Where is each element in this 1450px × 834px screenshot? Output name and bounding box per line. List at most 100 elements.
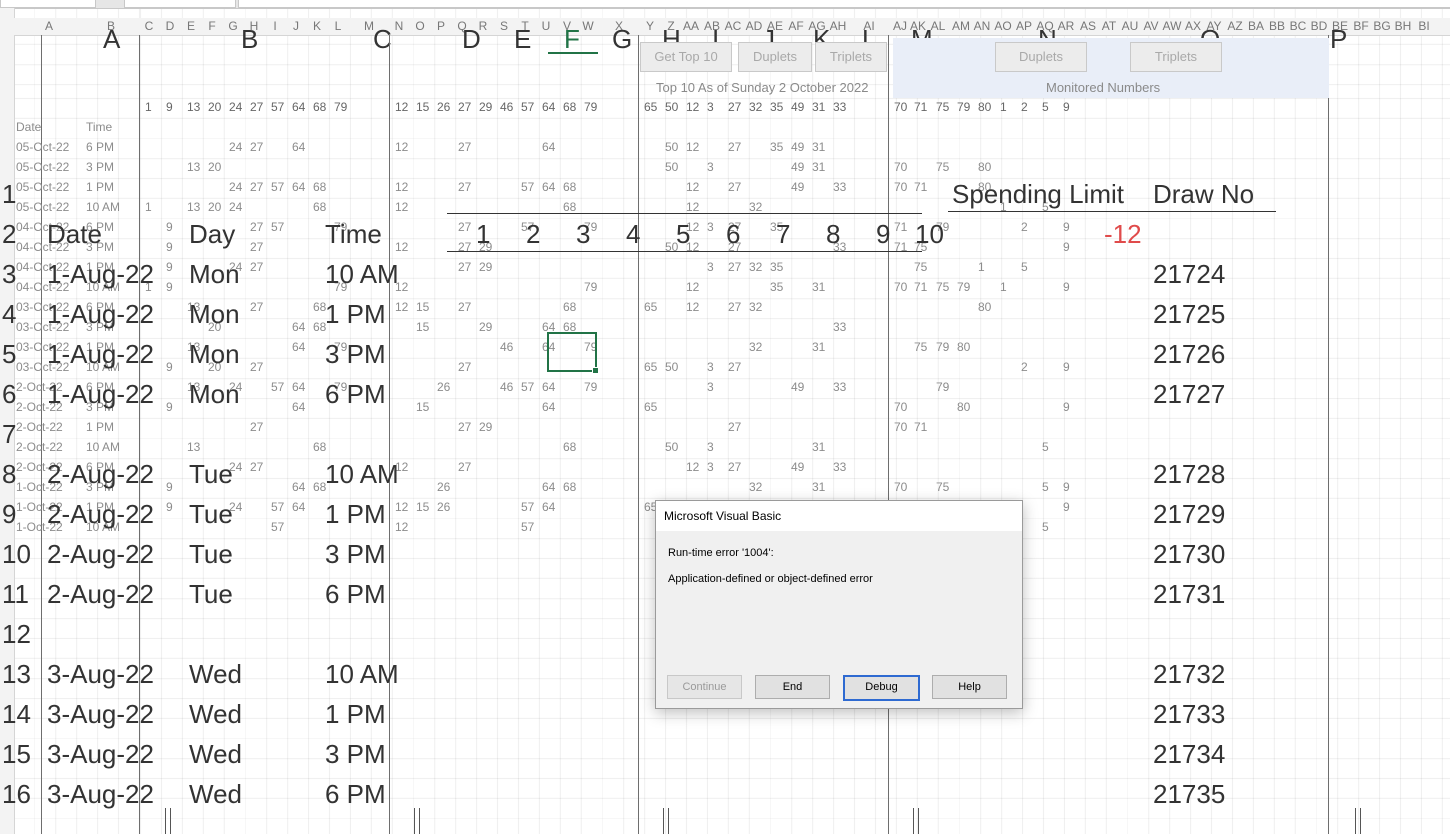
top10-cell[interactable]: 57 [521,520,534,534]
top10-cell[interactable]: 64 [292,500,305,514]
top10-cell[interactable]: 57 [521,500,534,514]
monitored-duplets-button[interactable]: Duplets [995,42,1087,72]
top10-cell[interactable]: 2 [1021,360,1028,374]
sheet-tab[interactable] [124,0,236,8]
top10-cell[interactable]: 32 [749,340,762,354]
row-number[interactable]: 6 [2,379,16,409]
top10-cell[interactable]: 9 [1063,280,1070,294]
top10-cell[interactable]: 12 [395,300,408,314]
top10-cell[interactable]: 64 [542,180,555,194]
top10-cell[interactable]: 27 [728,260,741,274]
top10-cell[interactable]: 35 [770,280,783,294]
top10-cell[interactable]: 80 [978,160,991,174]
top10-cell[interactable]: 3 [707,380,714,394]
row-time[interactable]: 1 PM [325,499,386,529]
top10-cell[interactable]: 71 [914,420,927,434]
top10-cell[interactable]: 71 [914,180,927,194]
top10-cell[interactable]: 27 [250,300,263,314]
top10-cell[interactable]: 31 [812,160,825,174]
top10-cell[interactable]: 24 [229,200,242,214]
top10-cell[interactable]: 3 [707,460,714,474]
row-day[interactable]: Mon [189,379,240,409]
top10-cell[interactable]: 64 [292,180,305,194]
top10-cell[interactable]: 27 [728,360,741,374]
top10-cell[interactable]: 57 [271,500,284,514]
top10-cell[interactable]: 79 [936,380,949,394]
row-draw-no[interactable]: 21725 [1153,299,1225,329]
row-date[interactable]: 1-Aug-22 [47,259,154,289]
fill-handle[interactable] [592,367,599,374]
row-number[interactable]: 12 [2,619,31,649]
top10-cell[interactable]: 5 [1042,520,1049,534]
top10-cell[interactable]: 46 [500,340,513,354]
top10-cell[interactable]: 12 [686,460,699,474]
top10-cell[interactable]: 3 [707,160,714,174]
top10-cell[interactable]: 79 [936,340,949,354]
top10-cell[interactable]: 9 [166,480,173,494]
top10-cell[interactable]: 75 [914,260,927,274]
top10-cell[interactable]: 9 [1063,220,1070,234]
row-day[interactable]: Wed [189,659,242,689]
top10-cell[interactable]: 26 [437,500,450,514]
top10-cell[interactable]: 13 [187,440,200,454]
row-date[interactable]: 3-Aug-22 [47,739,154,769]
top10-cell[interactable]: 31 [812,280,825,294]
row-date[interactable]: 2-Aug-22 [47,579,154,609]
top10-cell[interactable]: 27 [458,140,471,154]
top10-cell[interactable]: 71 [914,280,927,294]
top10-cell[interactable]: 64 [542,140,555,154]
top10-cell[interactable]: 12 [395,240,408,254]
row-draw-no[interactable]: 21730 [1153,539,1225,569]
top10-cell[interactable]: 70 [894,160,907,174]
top10-cell[interactable]: 9 [1063,240,1070,254]
row-time[interactable]: 1 PM [325,299,386,329]
top10-cell[interactable]: 27 [728,140,741,154]
row-time[interactable]: 3 PM [325,739,386,769]
top10-cell[interactable]: 57 [271,520,284,534]
top10-cell[interactable]: 12 [686,300,699,314]
row-draw-no[interactable]: 21733 [1153,699,1225,729]
top10-cell[interactable]: 65 [644,400,657,414]
top10-cell[interactable]: 68 [313,440,326,454]
top10-cell[interactable]: 12 [686,200,699,214]
top10-cell[interactable]: 68 [313,180,326,194]
top10-cell[interactable]: 27 [458,300,471,314]
row-date[interactable]: 3-Aug-22 [47,699,154,729]
top10-cell[interactable]: 9 [166,500,173,514]
top10-cell[interactable]: 12 [395,520,408,534]
top10-cell[interactable]: 32 [749,260,762,274]
top10-cell[interactable]: 64 [292,400,305,414]
top10-cell[interactable]: 13 [187,200,200,214]
top10-cell[interactable]: 57 [271,220,284,234]
top10-cell[interactable]: 57 [271,380,284,394]
row-day[interactable]: Wed [189,739,242,769]
top10-cell[interactable]: 57 [271,180,284,194]
top10-cell[interactable]: 12 [686,280,699,294]
top10-cell[interactable]: 57 [521,180,534,194]
top10-cell[interactable]: 57 [521,380,534,394]
top10-cell[interactable]: 70 [894,420,907,434]
row-number[interactable]: 7 [2,419,16,449]
top10-cell[interactable]: 50 [665,440,678,454]
top10-cell[interactable]: 64 [292,140,305,154]
top10-cell[interactable]: 35 [770,140,783,154]
top10-cell[interactable]: 79 [584,280,597,294]
row-time[interactable]: 6 PM [325,779,386,809]
top10-cell[interactable]: 27 [458,240,471,254]
top10-cell[interactable]: 27 [458,220,471,234]
row-date[interactable]: 1-Aug-22 [47,339,154,369]
top10-cell[interactable]: 15 [416,320,429,334]
row-time[interactable]: 10 AM [325,259,399,289]
top10-cell[interactable]: 15 [416,400,429,414]
top10-cell[interactable]: 31 [812,440,825,454]
top10-cell[interactable]: 75 [936,280,949,294]
row-day[interactable]: Tue [189,579,233,609]
row-date[interactable]: 1-Aug-22 [47,299,154,329]
top10-cell[interactable]: 75 [936,160,949,174]
top10-cell[interactable]: 50 [665,360,678,374]
row-date[interactable]: 2-Aug-22 [47,459,154,489]
top10-cell[interactable]: 33 [833,380,846,394]
top10-cell[interactable]: 3 [707,220,714,234]
top10-cell[interactable]: 9 [166,220,173,234]
top10-cell[interactable]: 27 [728,180,741,194]
